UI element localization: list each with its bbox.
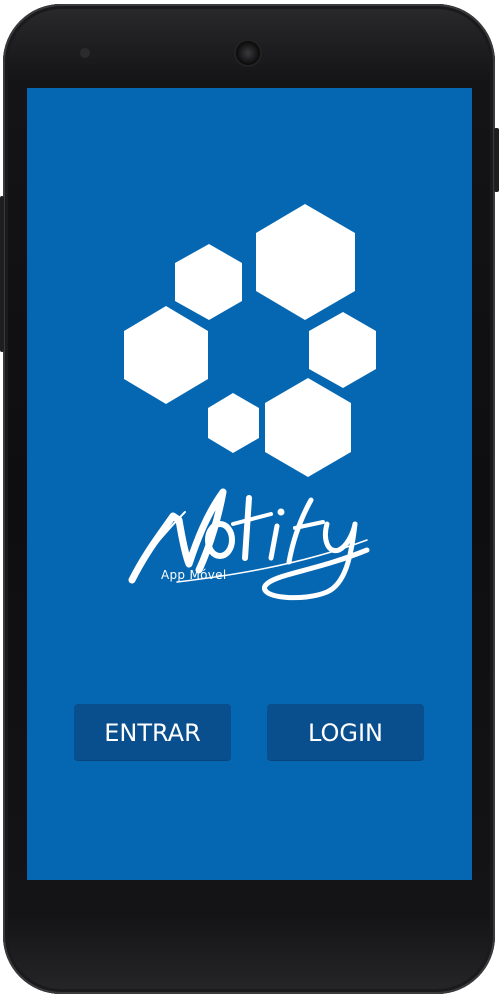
hexagon-cluster-icon xyxy=(124,204,376,477)
volume-button xyxy=(0,196,4,352)
hexagon-icon xyxy=(265,378,351,477)
hexagon-icon xyxy=(208,393,259,453)
app-screen: App Móvel ENTRAR LOGIN xyxy=(27,88,472,880)
enter-button[interactable]: ENTRAR xyxy=(74,704,231,761)
login-button[interactable]: LOGIN xyxy=(267,704,424,761)
hexagon-icon xyxy=(309,312,376,388)
login-button-label: LOGIN xyxy=(307,718,384,747)
power-button xyxy=(494,128,499,192)
hexagon-icon xyxy=(175,244,242,320)
proximity-sensor xyxy=(80,48,90,58)
app-logo xyxy=(124,204,376,601)
front-camera xyxy=(236,41,260,65)
enter-button-label: ENTRAR xyxy=(104,718,201,747)
hexagon-icon xyxy=(124,306,208,404)
phone-device: App Móvel ENTRAR LOGIN xyxy=(0,0,500,1000)
logo-subtitle: App Móvel xyxy=(161,568,227,582)
hexagon-icon xyxy=(256,204,355,320)
